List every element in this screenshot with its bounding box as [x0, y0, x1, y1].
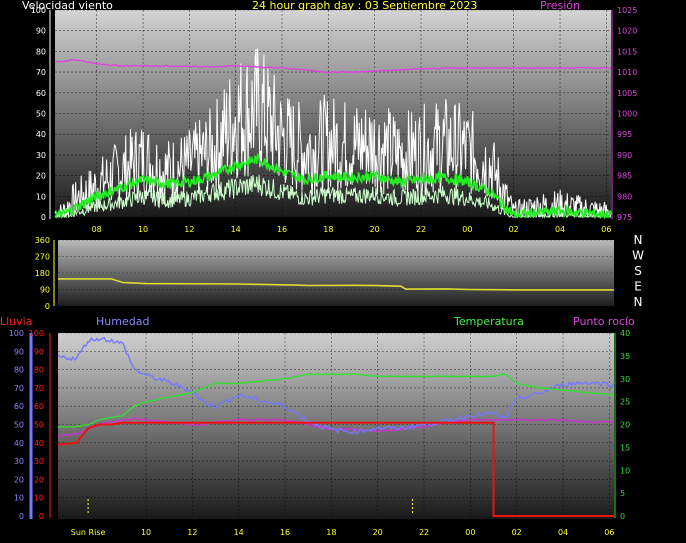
- rain-y-tick: 60: [34, 402, 44, 411]
- humidity-x-tick: 16: [280, 528, 290, 537]
- dewpoint-label: Punto rocío: [573, 315, 635, 328]
- temperature-y-tick: 30: [620, 375, 630, 384]
- humidity-y-tick: 10: [14, 494, 24, 503]
- humidity-y-tick: 50: [14, 421, 24, 430]
- wind-x-tick: 04: [555, 225, 565, 234]
- rain-y-tick: 0: [39, 512, 44, 521]
- rain-label: Lluvia: [0, 315, 33, 328]
- chart-canvas: 0102030405060708090100975980985990995100…: [9, 6, 644, 537]
- pressure-y-tick: 995: [617, 130, 632, 139]
- humidity-x-tick: 06: [604, 528, 614, 537]
- humidity-x-tick: 02: [512, 528, 522, 537]
- temperature-y-tick: 15: [620, 443, 630, 452]
- wind-x-tick: 08: [92, 225, 102, 234]
- humidity-y-tick: 100: [9, 329, 24, 338]
- rain-y-tick: 40: [34, 439, 44, 448]
- humidity-y-tick: 20: [14, 475, 24, 484]
- pressure-y-tick: 1025: [617, 6, 637, 15]
- rain-y-tick: 70: [34, 384, 44, 393]
- rain-y-tick: 30: [34, 457, 44, 466]
- rain-y-tick: 80: [34, 366, 44, 375]
- humidity-x-tick: 20: [373, 528, 383, 537]
- wind-x-tick: 00: [462, 225, 472, 234]
- pressure-label: Presión: [540, 0, 580, 12]
- wind-x-tick: 18: [323, 225, 333, 234]
- wind-y-tick: 80: [36, 47, 46, 56]
- rain-y-tick: 100: [29, 329, 44, 338]
- temperature-y-tick: 35: [620, 352, 630, 361]
- pressure-y-tick: 1015: [617, 47, 637, 56]
- temperature-y-tick: 20: [620, 421, 630, 430]
- humidity-x-tick: 18: [326, 528, 336, 537]
- wind-x-tick: 10: [138, 225, 148, 234]
- humidity-y-tick: 30: [14, 457, 24, 466]
- humidity-plot-area: [58, 333, 614, 519]
- rain-y-tick: 20: [34, 475, 44, 484]
- direction-compass-label: N: [634, 295, 643, 309]
- direction-compass-label: S: [634, 264, 642, 278]
- wind-x-tick: 14: [231, 225, 241, 234]
- rain-y-tick: 10: [34, 494, 44, 503]
- rain-y-tick: 90: [34, 347, 44, 356]
- wind-y-tick: 10: [36, 192, 46, 201]
- direction-compass-label: W: [632, 249, 644, 263]
- direction-compass-label: E: [634, 280, 642, 294]
- wind-speed-label: Velocidad viento: [22, 0, 113, 12]
- direction-y-tick: 0: [45, 302, 50, 311]
- direction-y-tick: 360: [35, 236, 50, 245]
- pressure-y-tick: 1000: [617, 110, 637, 119]
- wind-y-tick: 90: [36, 27, 46, 36]
- pressure-y-tick: 980: [617, 192, 632, 201]
- pressure-y-tick: 1020: [617, 27, 637, 36]
- sunrise-label: Sun Rise: [71, 528, 106, 537]
- wind-x-tick: 20: [370, 225, 380, 234]
- wind-y-tick: 0: [41, 213, 46, 222]
- wind-y-tick: 20: [36, 172, 46, 181]
- wind-x-tick: 06: [601, 225, 611, 234]
- temperature-y-tick: 10: [620, 466, 630, 475]
- pressure-y-tick: 985: [617, 172, 632, 181]
- temperature-y-tick: 5: [620, 489, 625, 498]
- wind-x-tick: 22: [416, 225, 426, 234]
- direction-y-tick: 180: [35, 269, 50, 278]
- direction-y-tick: 270: [35, 253, 50, 262]
- humidity-x-tick: 12: [187, 528, 197, 537]
- humidity-x-tick: 04: [558, 528, 568, 537]
- rain-y-tick: 50: [34, 421, 44, 430]
- temperature-y-tick: 25: [620, 398, 630, 407]
- humidity-y-tick: 40: [14, 439, 24, 448]
- weather-graph: 0 10 20 30 40 50 60 70 80 90 100 975 980 985 990 995 100…: [0, 0, 686, 543]
- wind-y-tick: 70: [36, 68, 46, 77]
- humidity-y-tick: 90: [14, 347, 24, 356]
- wind-x-tick: 16: [277, 225, 287, 234]
- humidity-y-tick: 60: [14, 402, 24, 411]
- humidity-y-tick: 0: [19, 512, 24, 521]
- pressure-y-tick: 1005: [617, 89, 637, 98]
- wind-y-tick: 30: [36, 151, 46, 160]
- temperature-y-tick: 40: [620, 329, 630, 338]
- direction-y-tick: 90: [40, 286, 50, 295]
- humidity-y-tick: 80: [14, 366, 24, 375]
- wind-x-tick: 12: [184, 225, 194, 234]
- humidity-y-tick: 70: [14, 384, 24, 393]
- wind-y-tick: 60: [36, 89, 46, 98]
- temperature-label: Temperatura: [454, 315, 524, 328]
- humidity-x-tick: 22: [419, 528, 429, 537]
- temperature-y-tick: 0: [620, 512, 625, 521]
- humidity-x-tick: 00: [465, 528, 475, 537]
- wind-x-tick: 02: [509, 225, 519, 234]
- wind-y-tick: 50: [36, 110, 46, 119]
- humidity-x-tick: 14: [234, 528, 244, 537]
- humidity-x-tick: 10: [141, 528, 151, 537]
- wind-y-tick: 40: [36, 130, 46, 139]
- direction-compass-label: N: [634, 233, 643, 247]
- pressure-y-tick: 1010: [617, 68, 637, 77]
- chart-title: 24 hour graph day : 03 Septiembre 2023: [252, 0, 478, 12]
- pressure-y-tick: 990: [617, 151, 632, 160]
- pressure-y-tick: 975: [617, 213, 632, 222]
- humidity-label: Humedad: [96, 315, 150, 328]
